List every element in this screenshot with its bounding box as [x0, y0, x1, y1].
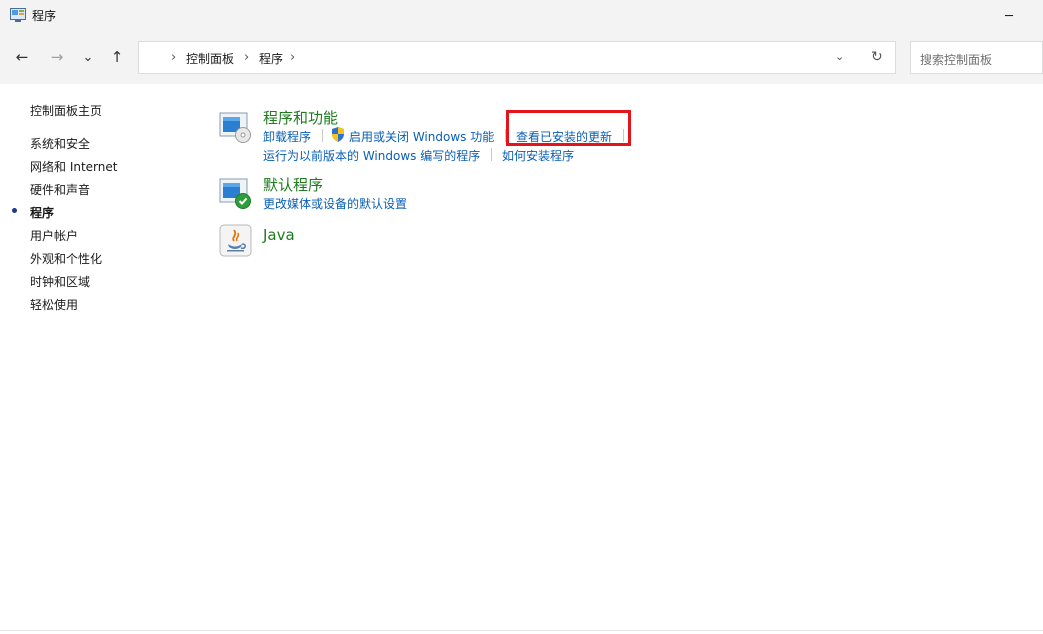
uninstall-program-link[interactable]: 卸载程序: [263, 128, 311, 145]
forward-button[interactable]: →: [44, 44, 70, 70]
address-bar[interactable]: › 控制面板 › 程序 › ⌄ ↻: [138, 41, 896, 74]
change-default-settings-link[interactable]: 更改媒体或设备的默认设置: [263, 195, 407, 212]
sidebar-item-network-internet[interactable]: 网络和 Internet: [30, 158, 117, 175]
address-dropdown-icon[interactable]: ⌄: [835, 50, 844, 63]
default-programs-title[interactable]: 默认程序: [263, 174, 323, 195]
breadcrumb-chevron-icon[interactable]: ›: [290, 50, 295, 65]
refresh-icon[interactable]: ↻: [871, 49, 883, 65]
control-panel-icon: [10, 8, 26, 22]
back-arrow-icon: ←: [15, 48, 29, 66]
breadcrumb-chevron-icon[interactable]: ›: [244, 50, 249, 65]
title-bar: 程序 ─: [0, 0, 1043, 32]
sidebar-item-user-accounts[interactable]: 用户帐户: [30, 227, 78, 244]
minimize-icon: ─: [1005, 8, 1013, 24]
window-bottom-border: [0, 630, 1043, 631]
window-title: 程序: [32, 9, 57, 23]
java-title[interactable]: Java: [263, 226, 295, 244]
up-button[interactable]: ↑: [104, 44, 130, 70]
windows-features-link[interactable]: 启用或关闭 Windows 功能: [349, 128, 494, 145]
programs-features-icon[interactable]: [219, 110, 252, 143]
sidebar-item-control-panel-home[interactable]: 控制面板主页: [30, 102, 102, 119]
breadcrumb-programs[interactable]: 程序: [259, 50, 283, 67]
uac-shield-icon: [332, 127, 344, 142]
up-arrow-icon: ↑: [110, 48, 124, 66]
breadcrumb-control-panel[interactable]: 控制面板: [186, 50, 234, 67]
sidebar-item-hardware-sound[interactable]: 硬件和声音: [30, 181, 90, 198]
sidebar-item-appearance[interactable]: 外观和个性化: [30, 250, 102, 267]
programs-features-title[interactable]: 程序和功能: [263, 107, 338, 128]
sidebar-item-system-security[interactable]: 系统和安全: [30, 135, 90, 152]
recent-locations-button[interactable]: ⌄: [75, 44, 101, 70]
navigation-bar: ← → ⌄ ↑ › 控制面板 › 程序 › ⌄ ↻ 搜索控制面板: [0, 32, 1043, 84]
active-item-bullet: [12, 208, 17, 213]
sidebar-item-clock-region[interactable]: 时钟和区域: [30, 273, 90, 290]
highlight-box: [506, 110, 631, 146]
sidebar-item-programs[interactable]: 程序: [30, 204, 54, 221]
how-to-install-link[interactable]: 如何安装程序: [502, 147, 574, 164]
minimize-button[interactable]: ─: [986, 0, 1032, 32]
run-older-programs-link[interactable]: 运行为以前版本的 Windows 编写的程序: [263, 147, 480, 164]
search-placeholder: 搜索控制面板: [920, 53, 993, 67]
forward-arrow-icon: →: [50, 48, 64, 66]
back-button[interactable]: ←: [9, 44, 35, 70]
link-separator: [322, 129, 323, 142]
sidebar-item-ease-of-access[interactable]: 轻松使用: [30, 296, 78, 313]
search-input[interactable]: 搜索控制面板: [910, 41, 1043, 74]
default-programs-icon[interactable]: [219, 176, 252, 209]
link-separator: [491, 148, 492, 161]
breadcrumb-chevron-icon[interactable]: ›: [171, 50, 176, 65]
java-icon[interactable]: [219, 224, 252, 257]
chevron-down-icon: ⌄: [82, 49, 94, 65]
